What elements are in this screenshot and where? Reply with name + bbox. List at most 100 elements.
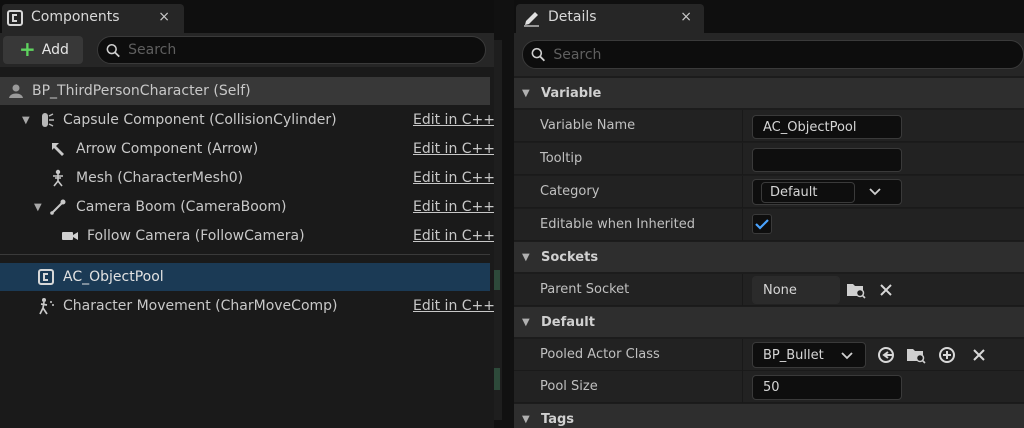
browse-asset-icon[interactable] <box>906 345 926 365</box>
tree-item-label: Mesh (CharacterMesh0) <box>76 170 244 186</box>
column-divider <box>742 274 743 306</box>
category-tags[interactable]: ▼ Tags <box>514 404 1024 428</box>
spring-arm-icon <box>49 198 67 216</box>
add-component-button[interactable]: + Add <box>3 36 83 64</box>
edit-in-cpp-link[interactable]: Edit in C++ <box>413 141 495 157</box>
tree-item-label: Character Movement (CharMoveComp) <box>63 298 338 314</box>
search-icon <box>106 43 120 57</box>
collapse-arrow-icon[interactable]: ▼ <box>522 317 530 328</box>
category-title: Tags <box>541 411 575 427</box>
chevron-down-icon[interactable] <box>841 352 853 360</box>
details-tabbar: Details × <box>514 0 1024 33</box>
search-icon <box>531 47 546 62</box>
details-search[interactable] <box>522 40 1024 69</box>
actor-component-icon <box>37 268 55 286</box>
property-editable-inherited: Editable when Inherited <box>514 209 1024 241</box>
components-tab-title: Components <box>31 9 120 25</box>
tree-separator <box>0 254 490 255</box>
column-divider <box>742 209 743 241</box>
character-movement-icon <box>37 297 55 315</box>
component-icon <box>7 10 23 26</box>
details-tab[interactable]: Details × <box>516 4 704 33</box>
column-divider <box>742 110 743 142</box>
checkmark-icon <box>755 219 769 230</box>
category-title: Default <box>541 314 595 330</box>
category-combo[interactable]: Default <box>752 179 902 205</box>
components-tree: BP_ThirdPersonCharacter (Self) ▼ Capsule… <box>0 67 495 428</box>
property-tooltip: Tooltip <box>514 143 1024 175</box>
components-search-input[interactable] <box>128 42 485 58</box>
browse-socket-icon[interactable] <box>846 280 866 300</box>
pooled-actor-class-value: BP_Bullet <box>763 347 824 363</box>
edit-in-cpp-link[interactable]: Edit in C++ <box>413 199 495 215</box>
background-strip <box>494 40 502 420</box>
clear-x-icon[interactable] <box>969 345 989 365</box>
close-icon[interactable]: × <box>680 9 692 25</box>
column-divider <box>742 371 743 403</box>
tree-item-camera-boom[interactable]: ▼ Camera Boom (CameraBoom) Edit in C++ <box>0 193 495 221</box>
panel-gap <box>494 0 514 428</box>
pawn-icon <box>7 82 25 100</box>
background-strip <box>494 368 500 390</box>
components-search[interactable] <box>97 36 486 64</box>
pool-size-field[interactable]: 50 <box>752 375 902 400</box>
edit-in-cpp-link[interactable]: Edit in C++ <box>413 228 495 244</box>
collapse-arrow-icon[interactable]: ▼ <box>522 252 530 263</box>
tree-root-self[interactable]: BP_ThirdPersonCharacter (Self) <box>0 77 490 105</box>
pencil-icon <box>523 10 540 27</box>
close-icon[interactable]: × <box>158 9 170 25</box>
pooled-actor-class-combo[interactable]: BP_Bullet <box>752 342 866 368</box>
editable-when-inherited-checkbox[interactable] <box>752 214 772 234</box>
tree-item-follow-camera[interactable]: Follow Camera (FollowCamera) Edit in C++ <box>0 222 495 250</box>
edit-in-cpp-link[interactable]: Edit in C++ <box>413 112 495 128</box>
property-label: Pooled Actor Class <box>540 347 660 362</box>
property-label: Editable when Inherited <box>540 217 695 232</box>
add-circle-icon[interactable] <box>937 345 957 365</box>
property-label: Pool Size <box>540 379 598 394</box>
column-divider <box>742 143 743 175</box>
components-panel: Components × + Add BP_ThirdPersonCharact… <box>0 0 495 428</box>
use-selected-icon[interactable] <box>876 345 896 365</box>
tree-item-label: Camera Boom (CameraBoom) <box>76 199 287 215</box>
tree-item-ac-objectpool[interactable]: AC_ObjectPool <box>0 263 490 291</box>
expand-arrow-icon[interactable]: ▼ <box>34 202 42 213</box>
components-tab[interactable]: Components × <box>2 4 184 33</box>
category-combo-value[interactable]: Default <box>761 182 855 203</box>
components-toolbar: + Add <box>0 33 494 67</box>
tree-root-label: BP_ThirdPersonCharacter (Self) <box>32 83 251 99</box>
category-variable[interactable]: ▼ Variable <box>514 78 1024 108</box>
tree-item-mesh[interactable]: Mesh (CharacterMesh0) Edit in C++ <box>0 164 495 192</box>
collapse-arrow-icon[interactable]: ▼ <box>522 414 530 425</box>
property-label: Category <box>540 184 600 199</box>
edit-in-cpp-link[interactable]: Edit in C++ <box>413 170 495 186</box>
property-pool-size: Pool Size 50 <box>514 371 1024 403</box>
components-tabbar: Components × <box>0 0 494 33</box>
details-tab-title: Details <box>548 9 597 25</box>
tree-item-arrow[interactable]: Arrow Component (Arrow) Edit in C++ <box>0 135 495 163</box>
property-label: Tooltip <box>540 151 583 166</box>
details-panel: Details × ▼ Variable Variable Name AC_Ob… <box>514 0 1024 428</box>
camera-icon <box>61 227 79 245</box>
details-search-input[interactable] <box>553 46 1023 63</box>
add-button-label: Add <box>41 42 69 58</box>
skeletal-mesh-icon <box>49 169 67 187</box>
collapse-arrow-icon[interactable]: ▼ <box>522 88 530 99</box>
chevron-down-icon[interactable] <box>869 188 881 196</box>
tooltip-field[interactable] <box>752 148 902 172</box>
tree-item-label: Capsule Component (CollisionCylinder) <box>63 112 337 128</box>
clear-x-icon[interactable] <box>876 280 896 300</box>
tree-item-capsule[interactable]: ▼ Capsule Component (CollisionCylinder) … <box>0 106 495 134</box>
parent-socket-field[interactable]: None <box>752 276 840 304</box>
variable-name-field[interactable]: AC_ObjectPool <box>752 115 902 139</box>
column-divider <box>742 339 743 371</box>
details-toolbar <box>514 33 1024 76</box>
edit-in-cpp-link[interactable]: Edit in C++ <box>413 298 495 314</box>
tree-item-label: Follow Camera (FollowCamera) <box>87 228 305 244</box>
tree-item-label: Arrow Component (Arrow) <box>76 141 259 157</box>
arrow-component-icon <box>49 140 67 158</box>
capsule-icon <box>37 111 55 129</box>
category-default[interactable]: ▼ Default <box>514 307 1024 337</box>
category-sockets[interactable]: ▼ Sockets <box>514 242 1024 272</box>
tree-item-character-movement[interactable]: Character Movement (CharMoveComp) Edit i… <box>0 292 495 320</box>
expand-arrow-icon[interactable]: ▼ <box>22 115 30 126</box>
